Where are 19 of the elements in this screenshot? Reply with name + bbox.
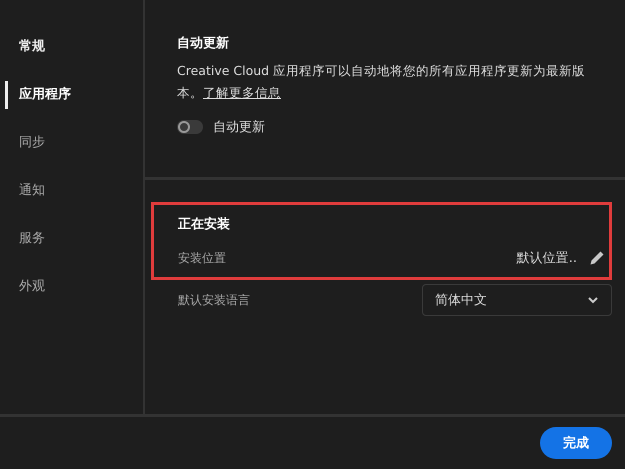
sidebar-item[interactable]: 常规	[0, 36, 143, 84]
pencil-icon[interactable]	[589, 250, 605, 266]
section-title: 自动更新	[177, 34, 230, 52]
learn-more-link[interactable]: 了解更多信息	[203, 85, 281, 100]
sidebar-item[interactable]: 通知	[0, 180, 143, 228]
toggle-switch[interactable]	[177, 120, 203, 134]
sidebar-item[interactable]: 同步	[0, 132, 143, 180]
toggle-label: 自动更新	[213, 119, 265, 136]
done-button[interactable]: 完成	[540, 427, 612, 459]
section-title: 正在安装	[178, 216, 231, 233]
chevron-down-icon	[587, 296, 599, 304]
sidebar-item[interactable]: 外观	[0, 276, 143, 324]
location-value: 默认位置..	[516, 250, 577, 267]
location-label: 安装位置	[178, 250, 227, 266]
language-label: 默认安装语言	[178, 292, 251, 308]
description-text: Creative Cloud 应用程序可以自动地将您的所有应用程序更新为最新版本。了解更多信息	[177, 62, 586, 102]
sidebar-item[interactable]: 服务	[0, 228, 143, 276]
language-dropdown[interactable]: 简体中文	[422, 284, 612, 316]
sidebar-item[interactable]: 应用程序	[0, 84, 143, 132]
